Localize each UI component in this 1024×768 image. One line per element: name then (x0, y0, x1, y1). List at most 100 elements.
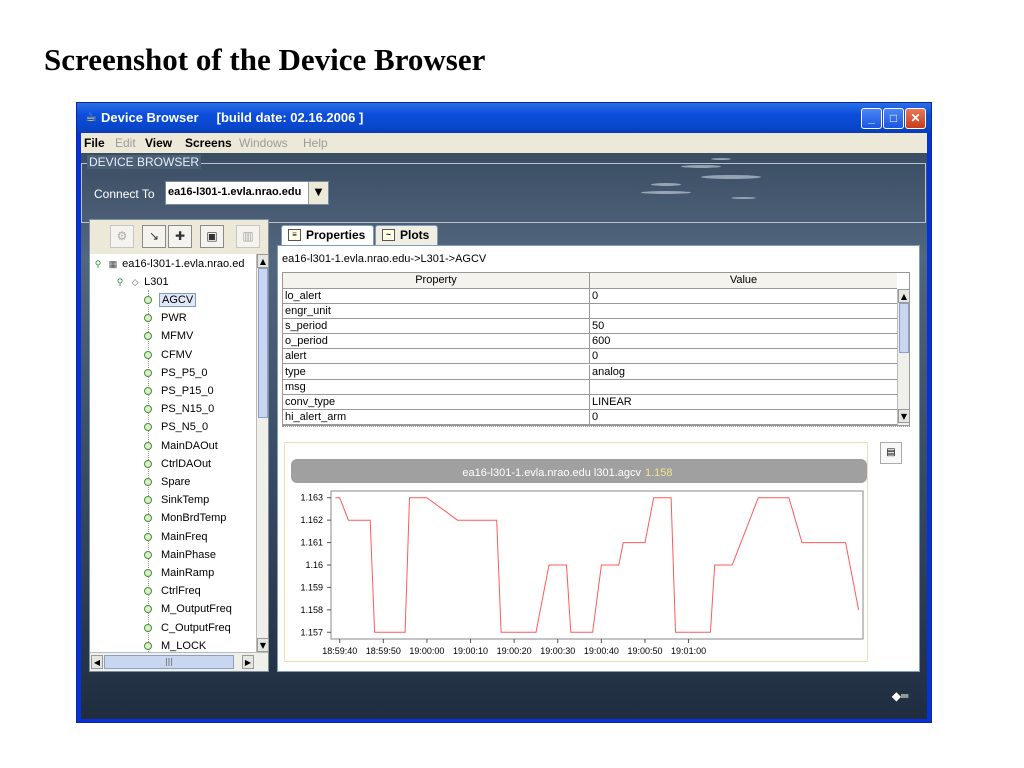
property-value-cell[interactable]: LINEAR (590, 395, 897, 410)
property-value-cell[interactable]: 0 (590, 349, 897, 364)
gear-icon[interactable]: ⚙ (110, 225, 134, 248)
table-row[interactable]: engr_unit (283, 304, 897, 320)
table-row[interactable]: conv_type LINEAR (283, 394, 897, 410)
property-value-cell[interactable]: 600 (590, 334, 897, 349)
menu-file[interactable]: File (84, 136, 105, 150)
scroll-up-icon[interactable]: ▲ (257, 254, 269, 268)
x-tick-label: 19:00:40 (584, 646, 619, 656)
scroll-down-icon[interactable]: ▼ (898, 409, 910, 423)
tree-handle-icon: ⚲ (116, 277, 124, 287)
property-value-cell[interactable]: analog (590, 365, 897, 380)
properties-table: Property Value lo_alert 0 engr_unit s_perio… (282, 272, 910, 426)
tree-root-node[interactable]: ⚲ ▦ ea16-l301-1.evla.nrao.ed (92, 256, 245, 272)
scroll-down-icon[interactable]: ▼ (257, 638, 269, 652)
expand-icon[interactable]: ✚ (168, 225, 192, 248)
table-row[interactable]: msg (283, 379, 897, 395)
tree-item[interactable]: MainFreq (144, 529, 209, 545)
maximize-button[interactable]: □ (883, 108, 904, 129)
tree-item[interactable]: MFMV (144, 328, 195, 344)
tree-item-label: PS_N15_0 (161, 403, 215, 416)
tree-item-label: PS_N5_0 (161, 421, 209, 434)
tree-item[interactable]: MainDAOut (144, 438, 220, 454)
table-scroll-thumb[interactable] (899, 303, 909, 353)
device-tree-panel: ⚙ ↘ ✚ ▣ ▥ ⚲ ▦ ea16-l301-1.evla.nrao.ed ⚲… (89, 219, 269, 672)
property-value-cell[interactable]: 0 (590, 289, 897, 304)
tree-item[interactable]: M_OutputFreq (144, 601, 234, 617)
property-value-cell[interactable]: 50 (590, 319, 897, 334)
table-row[interactable]: o_period 600 (283, 334, 897, 350)
collapse-icon[interactable]: ↘ (142, 225, 166, 248)
table-row[interactable]: alert 0 (283, 349, 897, 365)
tree-item[interactable]: PS_P15_0 (144, 383, 216, 399)
tree-item[interactable]: PS_N15_0 (144, 401, 216, 417)
tree-item[interactable]: CFMV (144, 347, 194, 363)
menu-view[interactable]: View (145, 136, 172, 150)
tree-item[interactable]: AGCV (144, 292, 197, 308)
menu-help[interactable]: Help (303, 136, 328, 150)
signal-node-icon (144, 641, 152, 650)
plot-area (330, 490, 864, 640)
tree-item[interactable]: PS_N5_0 (144, 419, 210, 435)
header-value[interactable]: Value (590, 273, 897, 289)
tree-item-label: MFMV (161, 330, 194, 343)
scroll-left-icon[interactable]: ◀ (91, 655, 103, 669)
scroll-right-icon[interactable]: ▶ (242, 655, 254, 669)
menu-windows[interactable]: Windows (239, 136, 288, 150)
menu-edit[interactable]: Edit (115, 136, 136, 150)
table-vertical-scrollbar[interactable]: ▲ ▼ (897, 289, 910, 425)
chevron-down-icon[interactable]: ▼ (308, 182, 328, 204)
tree-item[interactable]: CtrlFreq (144, 583, 203, 599)
x-tick-label: 19:00:00 (409, 646, 444, 656)
split-pane-divider[interactable] (282, 426, 910, 430)
y-tick-label: 1.158 (300, 605, 323, 615)
property-name-cell: s_period (283, 319, 590, 335)
property-value-cell[interactable] (590, 304, 897, 319)
connect-to-label: Connect To (94, 187, 155, 201)
tree-item[interactable]: MainPhase (144, 547, 218, 563)
tree-horizontal-scrollbar[interactable]: ◀ ||| ▶ (90, 652, 268, 671)
signal-node-icon (144, 350, 152, 359)
details-panel: ≡ Properties ~ Plots ea16-l301-1.evla.nr… (277, 225, 920, 672)
x-tick-label: 19:00:20 (497, 646, 532, 656)
window-titlebar[interactable]: ☕ Device Browser [build date: 02.16.2006… (77, 103, 931, 133)
table-row[interactable]: s_period 50 (283, 319, 897, 335)
tree-item[interactable]: PS_P5_0 (144, 365, 209, 381)
menu-screens[interactable]: Screens (185, 136, 232, 150)
tab-plots[interactable]: ~ Plots (375, 225, 439, 245)
signal-node-icon (144, 314, 152, 323)
property-value-cell[interactable]: 0 (590, 410, 897, 425)
tree-item[interactable]: C_OutputFreq (144, 620, 233, 636)
tree-item[interactable]: M_LOCK (144, 638, 208, 652)
tree-item[interactable]: MainRamp (144, 565, 216, 581)
tree-vertical-scrollbar[interactable]: ▲ ▼ (256, 254, 269, 652)
monitor-icon[interactable]: ▣ (200, 225, 224, 248)
table-row[interactable]: type analog (283, 364, 897, 380)
x-tick-label: 19:01:00 (671, 646, 706, 656)
device-tree: ⚲ ▦ ea16-l301-1.evla.nrao.ed ⚲ ◇ L301 AG… (90, 254, 256, 652)
chart-options-icon[interactable]: ▤ (880, 442, 902, 464)
resize-grip-icon[interactable]: ◆═ (889, 689, 911, 703)
tree-hscroll-thumb[interactable]: ||| (104, 655, 234, 669)
close-button[interactable]: ✕ (905, 108, 926, 129)
tree-item[interactable]: MonBrdTemp (144, 510, 228, 526)
connect-to-combobox[interactable]: ea16-l301-1.evla.nrao.edu ▼ (165, 181, 329, 205)
tree-module-node[interactable]: ⚲ ◇ L301 (114, 274, 169, 290)
scroll-up-icon[interactable]: ▲ (898, 289, 910, 303)
minimize-button[interactable]: _ (861, 108, 882, 129)
tree-item[interactable]: SinkTemp (144, 492, 211, 508)
tree-item[interactable]: PWR (144, 310, 189, 326)
tree-scroll-thumb[interactable] (258, 268, 268, 418)
properties-icon: ≡ (288, 229, 301, 241)
table-row[interactable]: hi_alert_arm 0 (283, 409, 897, 425)
tree-item[interactable]: Spare (144, 474, 192, 490)
signal-node-icon (144, 496, 152, 505)
trash-icon[interactable]: ▥ (236, 225, 260, 248)
tree-root-label: ea16-l301-1.evla.nrao.ed (122, 258, 245, 270)
property-value-cell[interactable] (590, 380, 897, 395)
tree-item-label: CtrlDAOut (161, 457, 212, 470)
tab-properties[interactable]: ≡ Properties (281, 225, 375, 245)
x-tick-label: 18:59:50 (366, 646, 401, 656)
tree-item[interactable]: CtrlDAOut (144, 456, 213, 472)
header-property[interactable]: Property (283, 273, 590, 289)
table-row[interactable]: lo_alert 0 (283, 289, 897, 304)
